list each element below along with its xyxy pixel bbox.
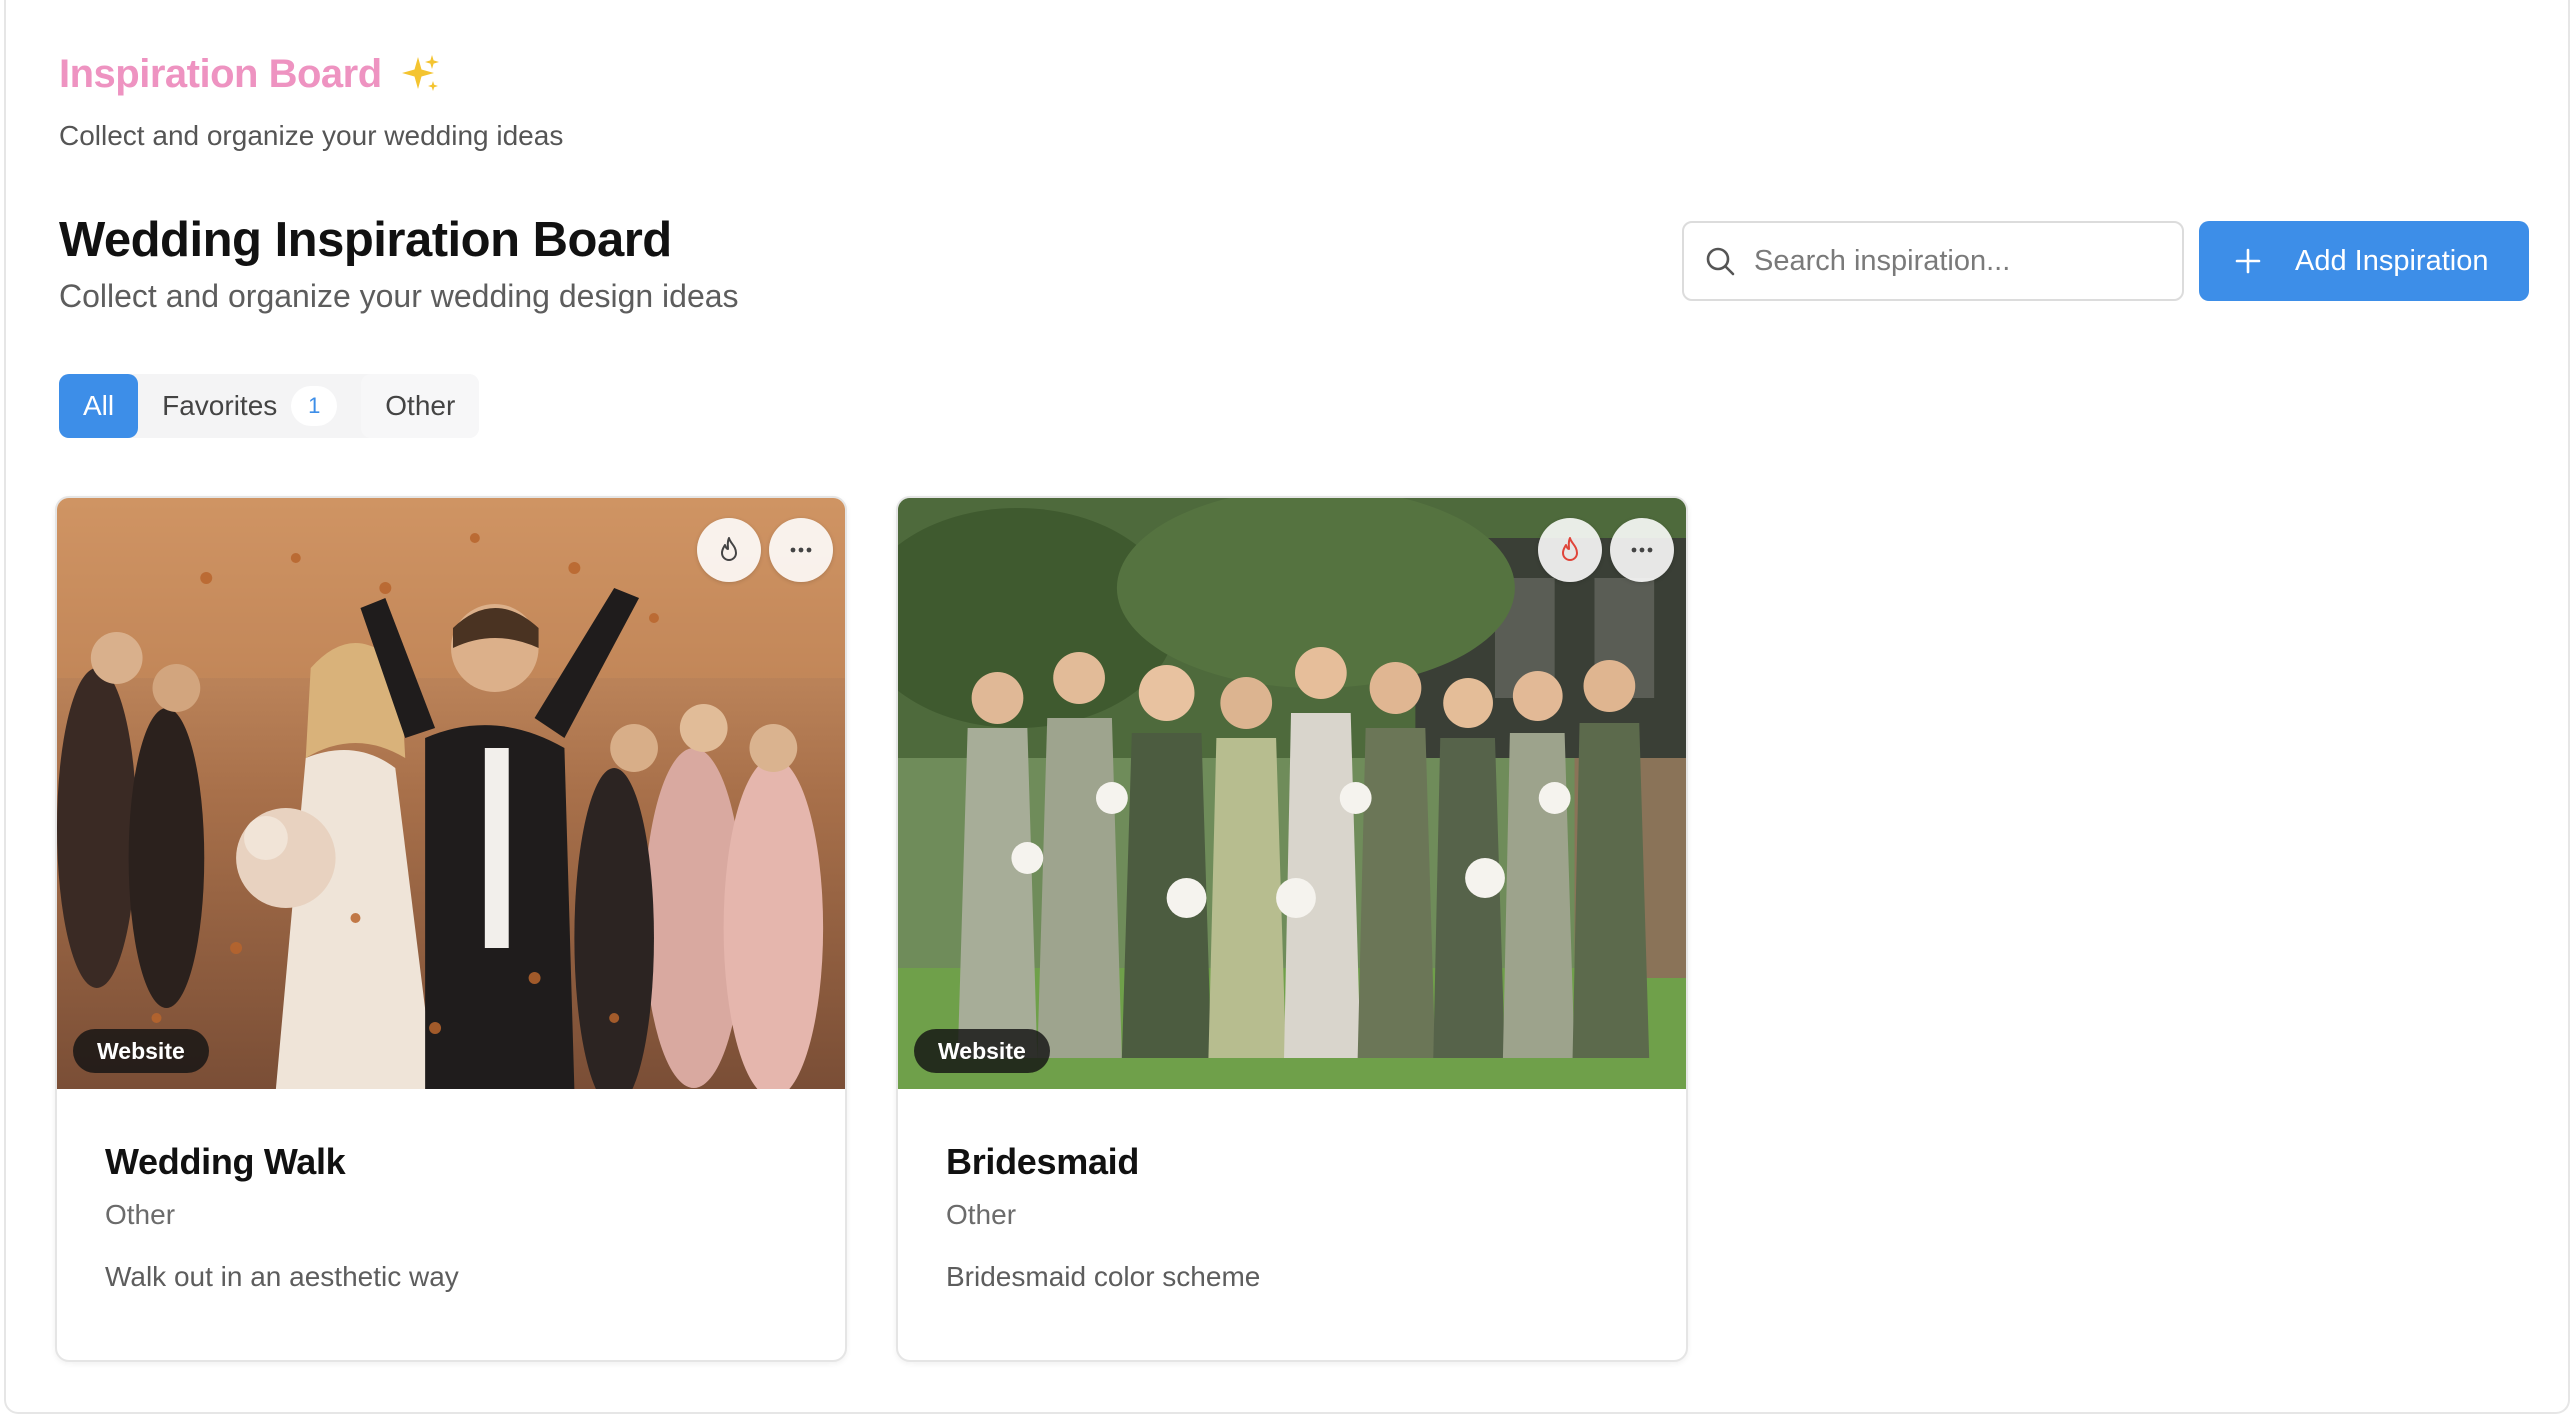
app-title-text: Inspiration Board — [59, 52, 382, 96]
card-description: Bridesmaid color scheme — [946, 1261, 1261, 1292]
search-icon — [1706, 247, 1735, 276]
card-title: Bridesmaid — [946, 1141, 1140, 1182]
tab-favorites-label: Favorites — [162, 390, 278, 421]
favorites-count-badge: 1 — [291, 386, 338, 426]
tab-other[interactable]: Other — [361, 374, 480, 438]
card-image[interactable]: Website — [898, 498, 1686, 1089]
more-options-button[interactable] — [1610, 518, 1674, 582]
card-category: Other — [946, 1199, 1017, 1230]
card-title: Wedding Walk — [105, 1141, 346, 1182]
app-frame: Inspiration Board Collect and organize y… — [4, 0, 2570, 1414]
bridesmaid-photo — [898, 498, 1686, 1089]
card-description: Walk out in an aesthetic way — [105, 1261, 459, 1292]
board-subtitle: Collect and organize your wedding design… — [59, 278, 739, 314]
card-category: Other — [105, 1199, 176, 1230]
source-badge: Website — [914, 1029, 1050, 1073]
add-inspiration-label: Add Inspiration — [2295, 244, 2489, 277]
flame-icon — [1562, 537, 1578, 561]
flame-icon — [721, 537, 737, 561]
plus-icon — [2235, 248, 2261, 274]
wedding-walk-photo — [57, 498, 845, 1089]
app-title: Inspiration Board — [59, 52, 442, 97]
favorite-button[interactable] — [697, 518, 761, 582]
board-title: Wedding Inspiration Board — [59, 213, 672, 267]
tab-all[interactable]: All — [59, 374, 139, 438]
source-badge: Website — [73, 1029, 209, 1073]
more-options-button[interactable] — [769, 518, 833, 582]
add-inspiration-button[interactable]: Add Inspiration — [2199, 221, 2529, 301]
card-image[interactable]: Website — [57, 498, 845, 1089]
filter-tabs: All Favorites 1 Other — [59, 374, 480, 438]
search-input[interactable] — [1754, 244, 2154, 278]
sparkles-icon — [401, 54, 439, 91]
search-box[interactable] — [1682, 221, 2184, 301]
app-subtitle: Collect and organize your wedding ideas — [59, 120, 564, 151]
tab-other-label: Other — [385, 390, 456, 421]
tab-favorites[interactable]: Favorites 1 — [138, 374, 361, 438]
inspiration-card[interactable]: Website Wedding Walk Other Walk out in a… — [55, 496, 847, 1362]
favorite-button[interactable] — [1538, 518, 1602, 582]
more-horizontal-icon — [1631, 547, 1653, 553]
more-horizontal-icon — [790, 547, 812, 553]
inspiration-card[interactable]: Website Bridesmaid Other Bridesmaid colo… — [896, 496, 1688, 1362]
tab-all-label: All — [83, 390, 115, 421]
